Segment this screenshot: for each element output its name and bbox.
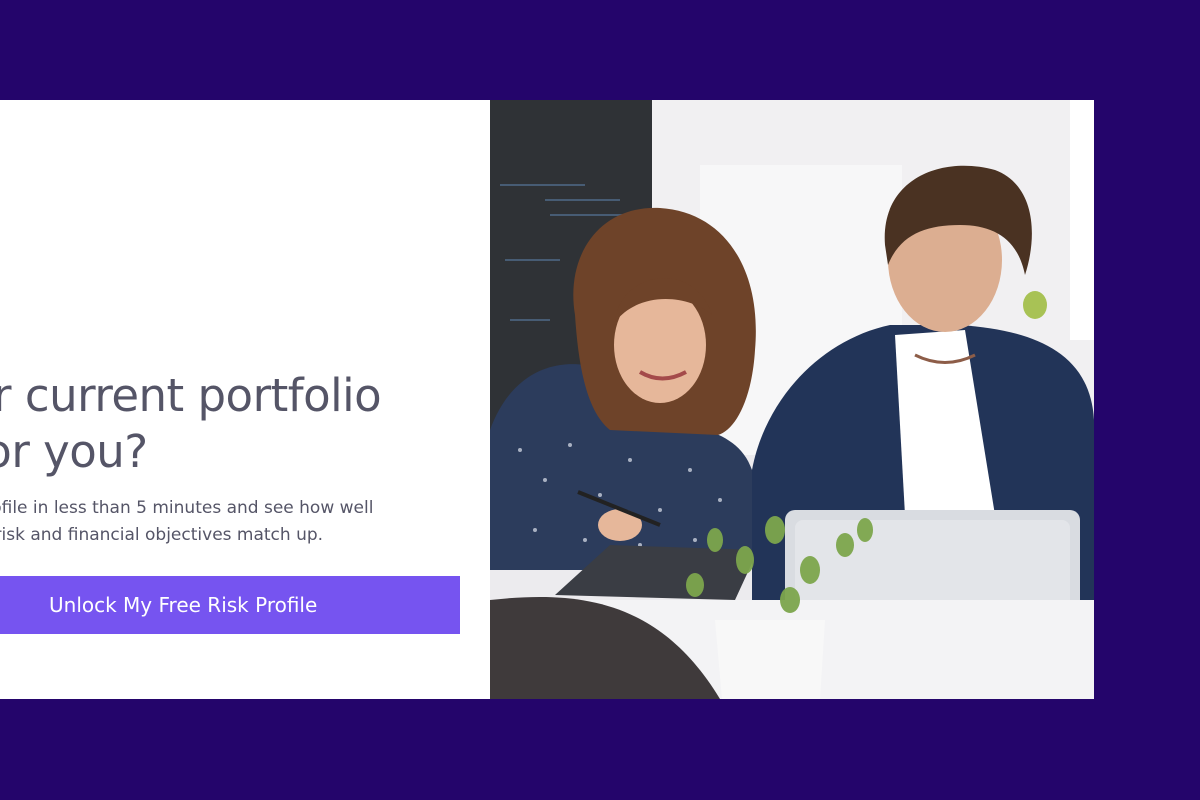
office-meeting-illustration [490,100,1094,699]
unlock-risk-profile-button[interactable]: Unlock My Free Risk Profile [0,576,460,634]
headline-line-1: our current portfolio [0,369,382,422]
hero-photo [490,100,1094,699]
hero-card: our current portfolio t for you? risk pr… [0,100,490,699]
page: our current portfolio t for you? risk pr… [0,0,1200,800]
hero-headline: our current portfolio t for you? [0,368,490,480]
subtext-line-2: tment risk and financial objectives matc… [0,525,324,545]
subtext-line-1: risk profile in less than 5 minutes and … [0,498,374,518]
headline-line-2: t for you? [0,425,148,478]
hero-subtext: risk profile in less than 5 minutes and … [0,495,490,549]
